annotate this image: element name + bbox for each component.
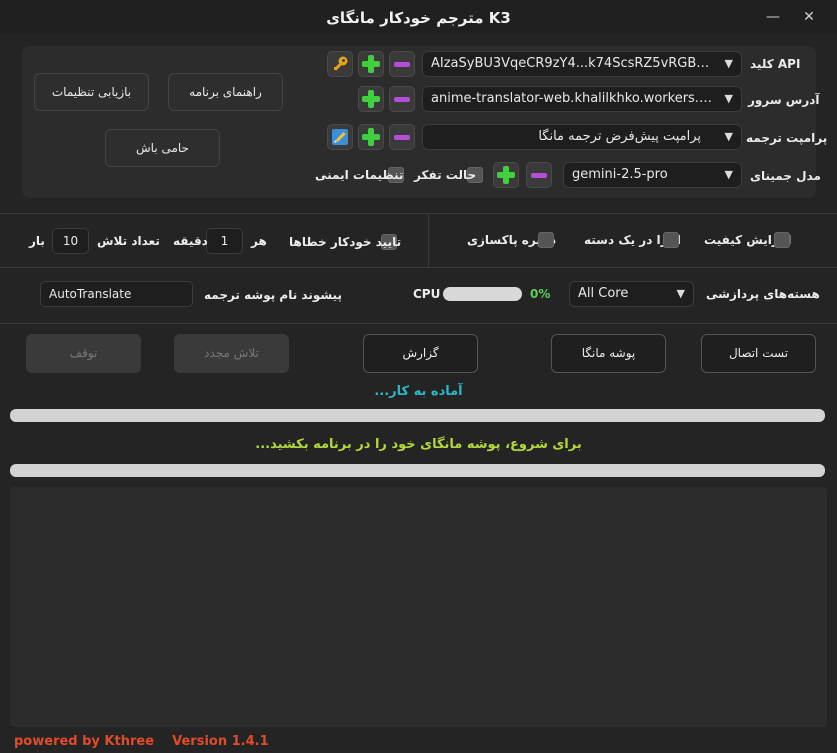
prefix-label: پیشوند نام پوشه ترجمه bbox=[204, 288, 342, 302]
divider bbox=[0, 323, 837, 324]
status-hint-text: برای شروع، پوشه مانگای خود را در برنامه … bbox=[255, 437, 582, 452]
cpu-usage-bar bbox=[443, 287, 522, 301]
status-ready-text: آماده به کار... bbox=[374, 384, 463, 399]
divider bbox=[0, 267, 837, 268]
server-value: anime-translator-web.khalilkhko.workers.… bbox=[431, 91, 713, 106]
window-title: مترجم خودکار مانگای K3 bbox=[326, 9, 511, 27]
minus-icon bbox=[394, 134, 410, 140]
report-button[interactable]: گزارش bbox=[363, 334, 478, 373]
support-button[interactable]: حامی باش bbox=[105, 129, 220, 167]
save-clean-checkbox[interactable] bbox=[538, 232, 554, 248]
remove-prompt-button[interactable] bbox=[389, 124, 415, 150]
auto-confirm-label: تایید خودکار خطاها bbox=[289, 235, 402, 249]
footer: powered by Kthree Version 1.4.1 bbox=[14, 734, 269, 749]
server-label: آدرس سرور bbox=[748, 93, 820, 107]
prompt-label: پرامپت ترجمه bbox=[746, 131, 828, 145]
quality-checkbox[interactable] bbox=[774, 232, 790, 248]
minus-icon bbox=[394, 61, 410, 67]
chevron-down-icon: ▼ bbox=[676, 287, 685, 300]
manga-folder-button[interactable]: پوشه مانگا bbox=[551, 334, 666, 373]
remove-model-button[interactable] bbox=[526, 162, 552, 188]
minus-icon bbox=[531, 172, 547, 178]
add-model-button[interactable] bbox=[493, 162, 519, 188]
minute-label: دقیقه bbox=[173, 234, 208, 248]
cores-select[interactable]: All Core ▼ bbox=[569, 281, 694, 307]
progress-bar-main bbox=[10, 409, 825, 422]
safety-settings-label: تنظیمات ایمنی bbox=[315, 168, 404, 182]
chevron-down-icon: ▼ bbox=[724, 168, 733, 181]
guide-button[interactable]: راهنمای برنامه bbox=[168, 73, 283, 111]
every-label: هر bbox=[251, 234, 267, 248]
powered-by-text: powered by Kthree bbox=[14, 734, 155, 749]
api-key-select[interactable]: AIzaSyBU3VqeCR9zY4...k74ScsRZ5vRGBb0kM ▼ bbox=[422, 51, 742, 77]
chevron-down-icon: ▼ bbox=[724, 57, 733, 70]
cpu-percent: 0% bbox=[530, 287, 551, 301]
times-label: بار bbox=[29, 234, 45, 248]
chevron-down-icon: ▼ bbox=[724, 92, 733, 105]
model-select[interactable]: gemini-2.5-pro ▼ bbox=[563, 162, 742, 188]
divider bbox=[428, 213, 429, 267]
plus-icon bbox=[497, 166, 515, 184]
retries-input[interactable]: 10 bbox=[52, 228, 89, 254]
every-minutes-input[interactable]: 1 bbox=[206, 228, 243, 254]
minus-icon bbox=[394, 96, 410, 102]
reset-settings-button[interactable]: بازیابی تنظیمات bbox=[34, 73, 149, 111]
model-label: مدل جمینای bbox=[750, 169, 821, 183]
cpu-label: CPU bbox=[413, 287, 441, 301]
plus-icon bbox=[362, 128, 380, 146]
add-api-key-button[interactable] bbox=[358, 51, 384, 77]
thinking-mode-label: حالت تفکر bbox=[414, 168, 477, 182]
single-batch-checkbox[interactable] bbox=[663, 232, 679, 248]
progress-bar-secondary bbox=[10, 464, 825, 477]
divider bbox=[0, 213, 837, 214]
version-text: Version 1.4.1 bbox=[172, 734, 269, 749]
edit-icon bbox=[332, 129, 348, 145]
remove-api-key-button[interactable] bbox=[389, 51, 415, 77]
log-area[interactable] bbox=[10, 487, 827, 727]
add-server-button[interactable] bbox=[358, 86, 384, 112]
api-key-value: AIzaSyBU3VqeCR9zY4...k74ScsRZ5vRGBb0kM bbox=[431, 56, 713, 71]
cores-label: هسته‌های پردازشی bbox=[706, 287, 820, 301]
close-button[interactable]: ✕ bbox=[798, 6, 820, 28]
chevron-down-icon: ▼ bbox=[724, 130, 733, 143]
plus-icon bbox=[362, 90, 380, 108]
api-key-label: کلید API bbox=[750, 57, 801, 71]
edit-prompt-button[interactable] bbox=[327, 124, 353, 150]
add-prompt-button[interactable] bbox=[358, 124, 384, 150]
retry-button[interactable]: تلاش مجدد bbox=[174, 334, 289, 373]
model-value: gemini-2.5-pro bbox=[572, 167, 668, 182]
cores-value: All Core bbox=[578, 286, 629, 301]
key-icon bbox=[334, 56, 348, 71]
server-select[interactable]: anime-translator-web.khalilkhko.workers.… bbox=[422, 86, 742, 112]
retries-label: تعداد تلاش bbox=[97, 234, 160, 248]
test-connection-button[interactable]: تست اتصال bbox=[701, 334, 816, 373]
plus-icon bbox=[362, 55, 380, 73]
prompt-select[interactable]: پرامپت پیش‌فرض ترجمه مانگا ▼ bbox=[422, 124, 742, 150]
remove-server-button[interactable] bbox=[389, 86, 415, 112]
stop-button[interactable]: توقف bbox=[26, 334, 141, 373]
prompt-value: پرامپت پیش‌فرض ترجمه مانگا bbox=[538, 129, 701, 144]
api-key-manage-button[interactable] bbox=[327, 51, 353, 77]
prefix-input[interactable]: AutoTranslate bbox=[40, 281, 193, 307]
minimize-button[interactable]: — bbox=[762, 6, 784, 28]
